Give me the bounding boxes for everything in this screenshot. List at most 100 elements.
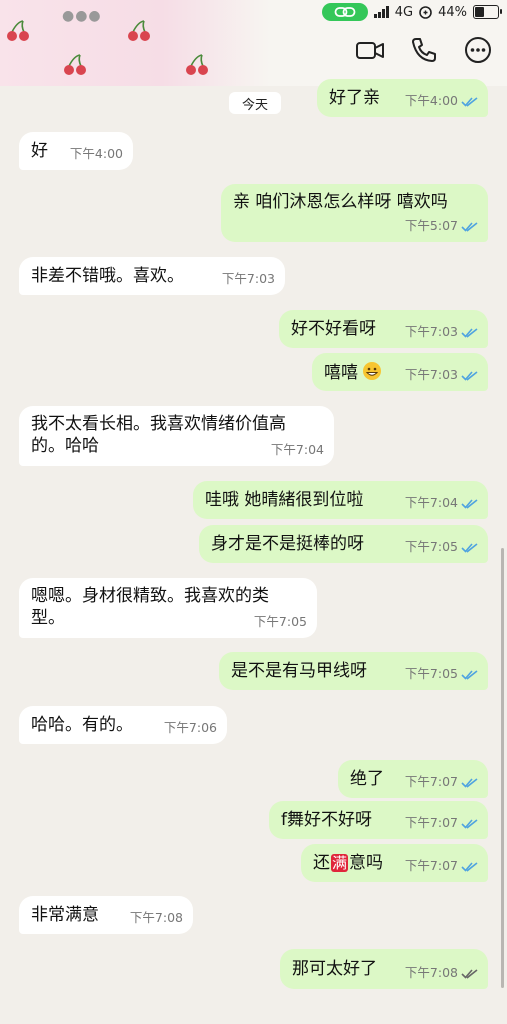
read-ticks-icon [461,777,478,788]
read-ticks-icon [461,669,478,680]
message-meta: 下午7:05 [405,536,478,558]
scrollbar[interactable] [501,548,504,988]
incoming-message[interactable]: 哈哈。有的。 下午7:06 [19,706,227,744]
read-ticks-icon [461,542,478,553]
message-bubble[interactable]: 那可太好了 下午7:08 [280,949,488,989]
cherry-icon [186,54,208,75]
message-time: 下午7:05 [404,539,458,554]
multitask-dots-icon[interactable]: ●●● [62,8,102,24]
read-ticks-icon [461,96,478,107]
status-bar: 4G 44% [321,2,502,22]
phone-call-icon[interactable] [408,34,440,66]
message-text: 嘻嘻 [324,363,358,383]
outgoing-message[interactable]: 是不是有马甲线呀 下午7:05 [219,652,488,690]
message-time: 下午7:07 [404,815,458,830]
message-text: 还满意吗 [313,853,383,873]
message-bubble[interactable]: 哇哦 她晴緒很到位啦 下午7:04 [193,481,488,519]
message-bubble[interactable]: 非差不错哦。喜欢。 下午7:03 [19,257,285,295]
outgoing-message[interactable]: 身才是不是挺棒的呀 下午7:05 [199,525,488,563]
message-time: 下午7:04 [404,495,458,510]
message-meta: 下午7:08 [405,962,478,984]
message-meta: 下午7:08 [130,907,183,929]
message-bubble[interactable]: 嘻嘻 下午7:03 [312,353,488,391]
message-time: 下午7:03 [404,367,458,382]
message-text: 是不是有马甲线呀 [231,661,367,681]
message-meta: 下午7:07 [405,812,478,834]
message-bubble[interactable]: 我不太看长相。我喜欢情绪价值高 的。哈哈 下午7:04 [19,406,334,466]
ticks-wrapper [461,818,478,829]
outgoing-message[interactable]: 那可太好了 下午7:08 [280,949,488,989]
message-text: 非常满意 [31,905,99,925]
message-meta: 下午4:00 [405,90,478,112]
date-separator: 今天 [229,92,281,114]
battery-percent: 44% [438,4,467,20]
message-text: 绝了 [350,769,384,789]
battery-icon [473,5,502,19]
incoming-message[interactable]: 非常满意 下午7:08 [19,896,193,934]
chat-header: ●●● 4G 44% [0,0,507,86]
delivered-ticks-icon [461,968,478,979]
grin-emoji [362,361,382,387]
signal-icon [373,6,389,18]
ticks-wrapper [461,498,478,509]
ticks-wrapper [461,542,478,553]
outgoing-message[interactable]: 亲 咱们沐恩怎么样呀 嘻欢吗下午5:07 [221,184,488,242]
outgoing-message[interactable]: 嘻嘻 下午7:03 [312,353,488,391]
ticks-wrapper [461,861,478,872]
message-meta: 下午7:05 [254,611,307,633]
message-bubble[interactable]: 绝了 下午7:07 [338,760,488,798]
message-meta: 下午7:03 [222,268,275,290]
cherry-icon [64,54,86,75]
message-time: 下午7:06 [163,720,217,735]
message-text: f舞好不好呀 [281,810,372,830]
message-meta: 下午7:03 [405,321,478,343]
cherry-icon [7,20,29,41]
message-time: 下午5:07 [404,218,458,233]
message-bubble[interactable]: 好 下午4:00 [19,132,133,170]
message-bubble[interactable]: 亲 咱们沐恩怎么样呀 嘻欢吗下午5:07 [221,184,488,242]
outgoing-message[interactable]: f舞好不好呀 下午7:07 [269,801,488,839]
more-options-icon[interactable] [462,34,494,66]
incoming-message[interactable]: 好 下午4:00 [19,132,133,170]
message-bubble[interactable]: 是不是有马甲线呀 下午7:05 [219,652,488,690]
message-text: 好不好看呀 [291,319,376,339]
message-time: 下午7:08 [404,965,458,980]
message-bubble[interactable]: f舞好不好呀 下午7:07 [269,801,488,839]
message-bubble[interactable]: 非常满意 下午7:08 [19,896,193,934]
incoming-message[interactable]: 嗯嗯。身材很精致。我喜欢的类 型。 下午7:05 [19,578,317,638]
message-text: 我不太看长相。我喜欢情绪价值高 的。哈哈 [31,414,286,456]
message-text: 身才是不是挺棒的呀 [211,534,364,554]
message-text: 亲 咱们沐恩怎么样呀 嘻欢吗 [233,192,448,212]
video-call-icon[interactable] [354,34,386,66]
cherry-icon [128,20,150,41]
message-time: 下午7:07 [404,858,458,873]
outgoing-message[interactable]: 还满意吗 下午7:07 [301,844,488,882]
message-text: 那可太好了 [292,959,377,979]
message-time: 下午7:07 [404,774,458,789]
message-time: 下午7:03 [221,271,275,286]
message-bubble[interactable]: 哈哈。有的。 下午7:06 [19,706,227,744]
message-text: 非差不错哦。喜欢。 [31,266,184,286]
ticks-wrapper [461,370,478,381]
outgoing-message[interactable]: 好了亲 下午4:00 [317,79,488,117]
message-bubble[interactable]: 嗯嗯。身材很精致。我喜欢的类 型。 下午7:05 [19,578,317,638]
outgoing-message[interactable]: 好不好看呀 下午7:03 [279,310,488,348]
message-time: 下午7:05 [253,614,307,629]
message-bubble[interactable]: 身才是不是挺棒的呀 下午7:05 [199,525,488,563]
message-bubble[interactable]: 好了亲 下午4:00 [317,79,488,117]
message-time: 下午4:00 [404,93,458,108]
incoming-message[interactable]: 非差不错哦。喜欢。 下午7:03 [19,257,285,295]
message-text-part: 意吗 [349,853,384,873]
message-bubble[interactable]: 好不好看呀 下午7:03 [279,310,488,348]
message-bubble[interactable]: 还满意吗 下午7:07 [301,844,488,882]
message-text: 好了亲 [329,88,380,108]
message-meta: 下午7:07 [405,855,478,877]
message-text-part: 还 [313,853,330,873]
message-meta: 下午7:06 [164,717,217,739]
read-ticks-icon [461,861,478,872]
outgoing-message[interactable]: 绝了 下午7:07 [338,760,488,798]
network-label: 4G [394,4,414,20]
outgoing-message[interactable]: 哇哦 她晴緒很到位啦 下午7:04 [193,481,488,519]
incoming-message[interactable]: 我不太看长相。我喜欢情绪价值高 的。哈哈 下午7:04 [19,406,334,466]
message-meta: 下午7:07 [405,771,478,793]
